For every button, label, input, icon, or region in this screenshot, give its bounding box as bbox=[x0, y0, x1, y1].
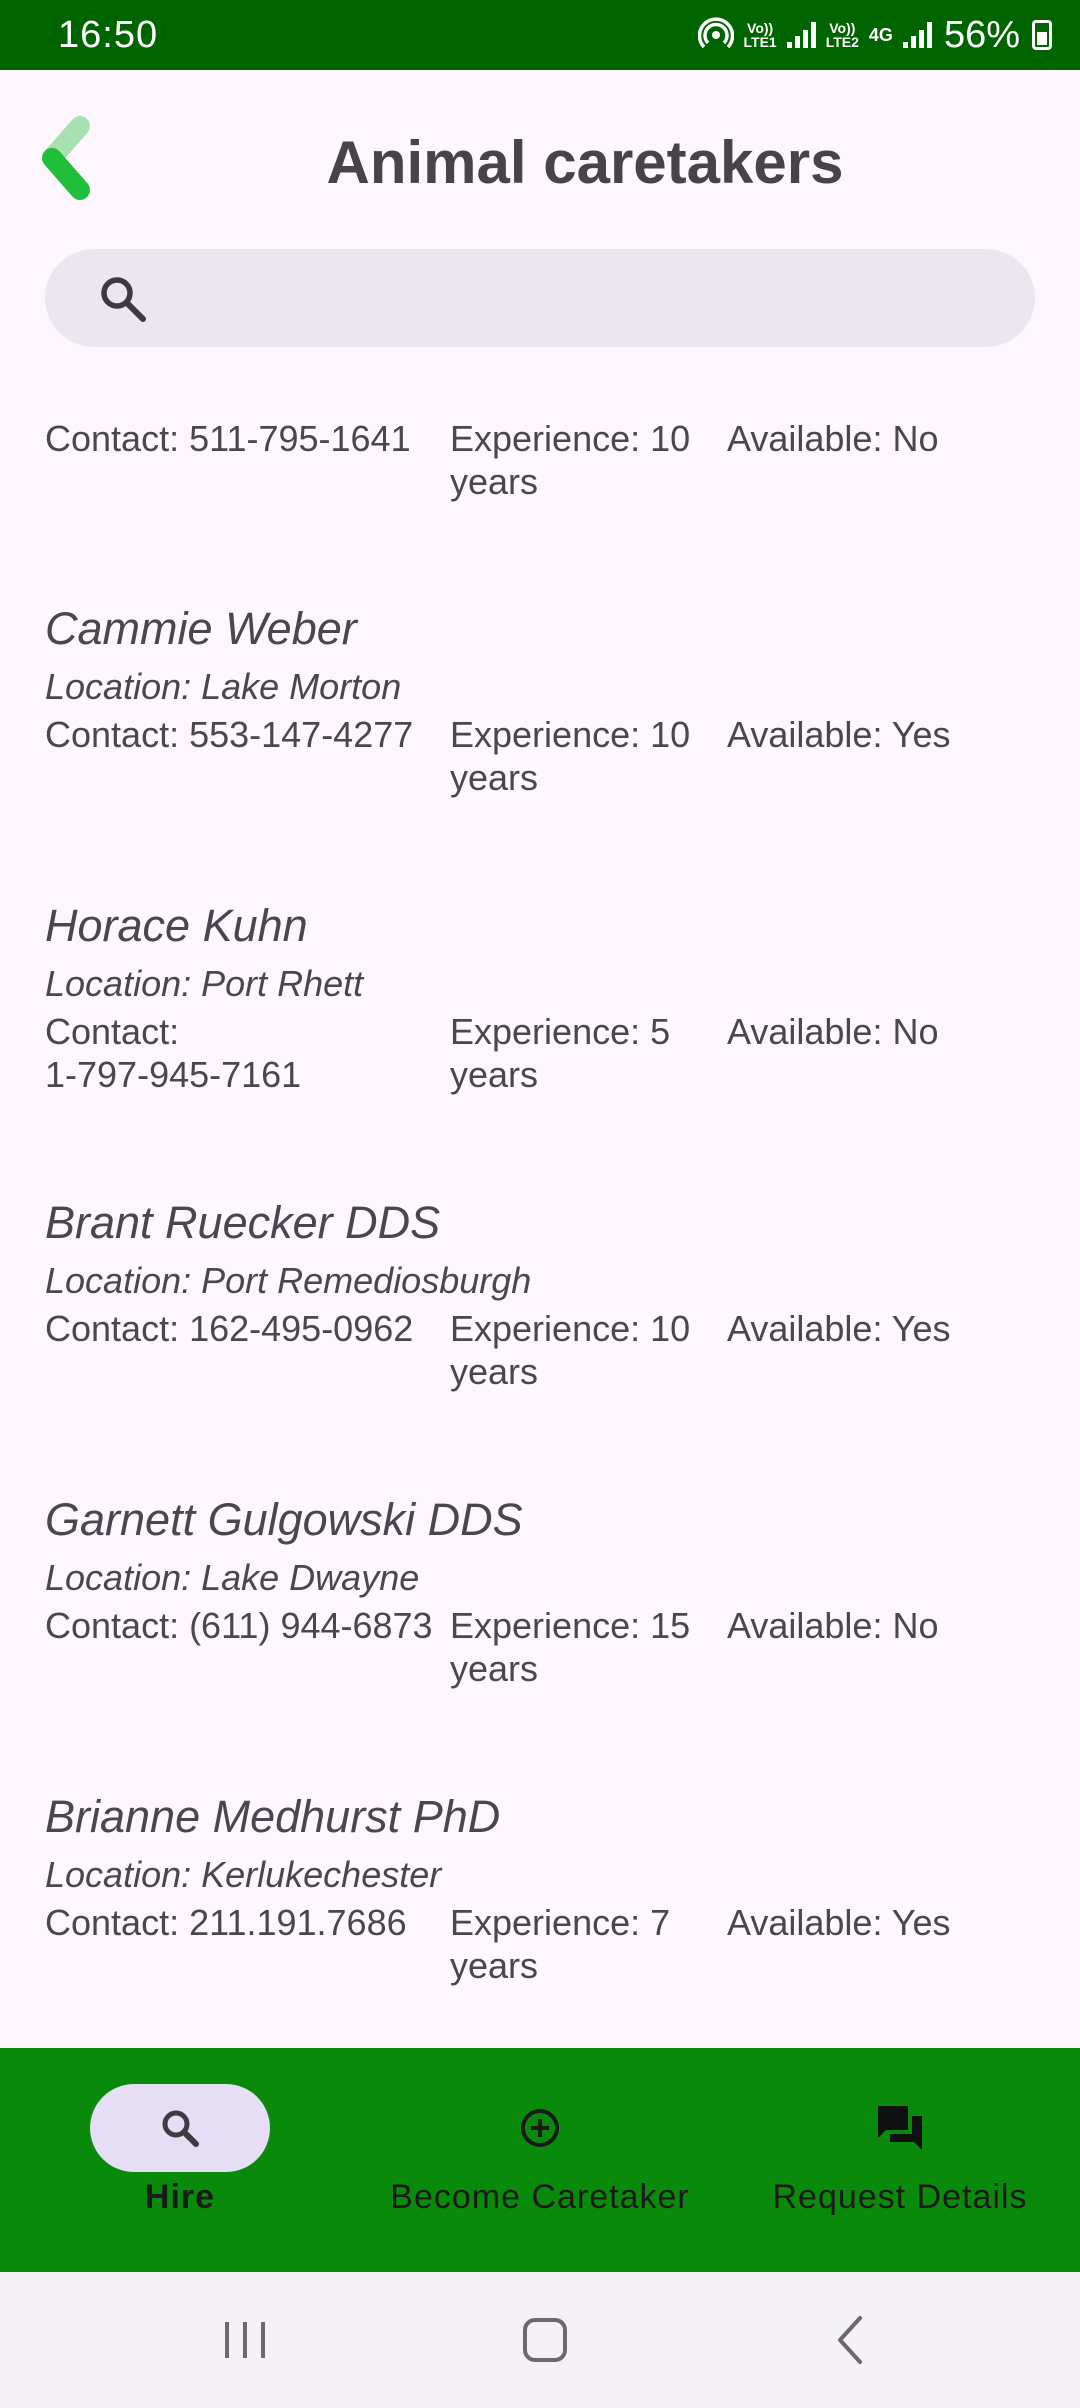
caretaker-name: Garnett Gulgowski DDS bbox=[45, 1494, 523, 1545]
caretaker-experience: Experience: 5 years bbox=[450, 1010, 727, 1096]
battery-icon bbox=[1032, 20, 1052, 50]
caretaker-experience: Experience: 10 years bbox=[450, 417, 727, 503]
caretaker-location: Location: Port Rhett bbox=[45, 963, 364, 1004]
experience-text: Experience: 10 bbox=[450, 714, 691, 755]
system-back-button[interactable] bbox=[790, 2272, 910, 2408]
nav-item-hire[interactable]: Hire bbox=[0, 2048, 360, 2272]
contact-number: 1-797-945-7161 bbox=[45, 1054, 302, 1095]
caretaker-card[interactable]: Brant Ruecker DDS Location: Port Remedio… bbox=[45, 1191, 987, 1393]
caretaker-card[interactable]: Contact: 511-795-1641 Experience: 10 yea… bbox=[45, 417, 987, 503]
recent-apps-icon bbox=[225, 2322, 265, 2358]
contact-text: Contact: 162-495-0962 bbox=[45, 1308, 414, 1349]
app-header: Animal caretakers bbox=[0, 70, 1080, 240]
experience-text: Experience: 7 bbox=[450, 1902, 671, 1943]
contact-text: Contact: 553-147-4277 bbox=[45, 714, 414, 755]
contact-text: Contact: (611) 944-6873 bbox=[45, 1605, 433, 1646]
experience-unit: years bbox=[450, 1351, 539, 1392]
caretaker-card[interactable]: Brianne Medhurst PhD Location: Kerlukech… bbox=[45, 1785, 987, 1987]
home-button[interactable] bbox=[485, 2272, 605, 2408]
caretaker-contact: Contact: 553-147-4277 bbox=[45, 713, 450, 799]
experience-unit: years bbox=[450, 1648, 539, 1689]
experience-text: Experience: 10 bbox=[450, 1308, 691, 1349]
caretaker-location: Location: Port Remediosburgh bbox=[45, 1260, 532, 1301]
nav-item-become-caretaker[interactable]: Become Caretaker bbox=[360, 2048, 720, 2272]
caretaker-experience: Experience: 7 years bbox=[450, 1901, 727, 1987]
nav-label-become-caretaker: Become Caretaker bbox=[390, 2178, 690, 2216]
caretaker-availability: Available: No bbox=[727, 1605, 939, 1646]
experience-text: Experience: 15 bbox=[450, 1605, 691, 1646]
signal-2-icon bbox=[902, 22, 932, 48]
caretaker-details-row: Contact: 511-795-1641 Experience: 10 yea… bbox=[45, 417, 987, 503]
search-bar[interactable] bbox=[45, 249, 1035, 347]
caretaker-availability: Available: No bbox=[727, 418, 939, 459]
caretaker-card[interactable]: Horace Kuhn Location: Port Rhett Contact… bbox=[45, 894, 987, 1096]
caretaker-details-row: Contact: 553-147-4277 Experience: 10 yea… bbox=[45, 713, 987, 799]
caretaker-card[interactable]: Cammie Weber Location: Lake Morton Conta… bbox=[45, 597, 987, 799]
status-bar: 16:50 Vo)) LTE1 Vo)) LTE2 4G 56% bbox=[0, 0, 1080, 70]
nav-item-request-details[interactable]: Request Details bbox=[720, 2048, 1080, 2272]
caretaker-name: Brant Ruecker DDS bbox=[45, 1197, 441, 1248]
caretaker-availability: Available: Yes bbox=[727, 714, 951, 755]
caretaker-name: Cammie Weber bbox=[45, 603, 357, 654]
caretaker-details-row: Contact: 1-797-945-7161 Experience: 5 ye… bbox=[45, 1010, 987, 1096]
contact-text: Contact: bbox=[45, 1011, 180, 1052]
battery-percent: 56% bbox=[943, 13, 1020, 56]
caretaker-availability: Available: Yes bbox=[727, 1902, 951, 1943]
contact-text: Contact: 211.191.7686 bbox=[45, 1902, 407, 1943]
chat-icon bbox=[878, 2106, 922, 2150]
search-icon bbox=[162, 2110, 199, 2147]
experience-unit: years bbox=[450, 461, 539, 502]
caretaker-location: Location: Lake Morton bbox=[45, 666, 402, 707]
caretaker-details-row: Contact: 211.191.7686 Experience: 7 year… bbox=[45, 1901, 987, 1987]
sim2-label: Vo)) LTE2 bbox=[825, 20, 859, 50]
page-title: Animal caretakers bbox=[326, 129, 844, 196]
sim1-label: Vo)) LTE1 bbox=[743, 20, 777, 50]
caretaker-details-row: Contact: (611) 944-6873 Experience: 15 y… bbox=[45, 1604, 987, 1690]
hotspot-icon bbox=[697, 17, 734, 49]
caretaker-contact: Contact: (611) 944-6873 bbox=[45, 1604, 450, 1690]
bottom-navigation: Hire Become Caretaker Request Details bbox=[0, 2048, 1080, 2272]
status-icons: Vo)) LTE1 Vo)) LTE2 4G bbox=[697, 17, 932, 53]
home-icon bbox=[523, 2318, 567, 2362]
caretaker-name: Horace Kuhn bbox=[45, 900, 308, 951]
experience-unit: years bbox=[450, 1054, 539, 1095]
caretaker-contact: Contact: 211.191.7686 bbox=[45, 1901, 450, 1987]
caretaker-contact: Contact: 1-797-945-7161 bbox=[45, 1010, 450, 1096]
caretaker-experience: Experience: 10 years bbox=[450, 1307, 727, 1393]
caretaker-experience: Experience: 15 years bbox=[450, 1604, 727, 1690]
caretaker-contact: Contact: 511-795-1641 bbox=[45, 417, 450, 503]
network-type-label: 4G bbox=[868, 25, 893, 45]
contact-text: Contact: 511-795-1641 bbox=[45, 418, 411, 459]
search-input[interactable] bbox=[175, 249, 995, 347]
system-navigation-bar bbox=[0, 2272, 1080, 2408]
experience-unit: years bbox=[450, 1945, 539, 1986]
search-icon bbox=[101, 277, 146, 322]
caretaker-location: Location: Kerlukechester bbox=[45, 1854, 442, 1895]
nav-label-request-details: Request Details bbox=[772, 2178, 1028, 2216]
caretaker-details-row: Contact: 162-495-0962 Experience: 10 yea… bbox=[45, 1307, 987, 1393]
caretaker-card[interactable]: Garnett Gulgowski DDS Location: Lake Dwa… bbox=[45, 1488, 987, 1690]
signal-1-icon bbox=[786, 22, 816, 48]
experience-text: Experience: 5 bbox=[450, 1011, 671, 1052]
experience-text: Experience: 10 bbox=[450, 418, 691, 459]
status-time: 16:50 bbox=[58, 13, 159, 56]
add-circle-icon bbox=[521, 2109, 559, 2147]
back-arrow-icon bbox=[838, 2316, 862, 2364]
recent-apps-button[interactable] bbox=[185, 2272, 305, 2408]
caretaker-location: Location: Lake Dwayne bbox=[45, 1557, 420, 1598]
caretaker-name: Brianne Medhurst PhD bbox=[45, 1791, 501, 1842]
status-indicators: Vo)) LTE1 Vo)) LTE2 4G 56% bbox=[697, 13, 1052, 57]
caretaker-experience: Experience: 10 years bbox=[450, 713, 727, 799]
caretaker-contact: Contact: 162-495-0962 bbox=[45, 1307, 450, 1393]
caretaker-availability: Available: No bbox=[727, 1011, 939, 1052]
nav-label-hire: Hire bbox=[144, 2178, 216, 2216]
experience-unit: years bbox=[450, 757, 539, 798]
caretaker-availability: Available: Yes bbox=[727, 1308, 951, 1349]
